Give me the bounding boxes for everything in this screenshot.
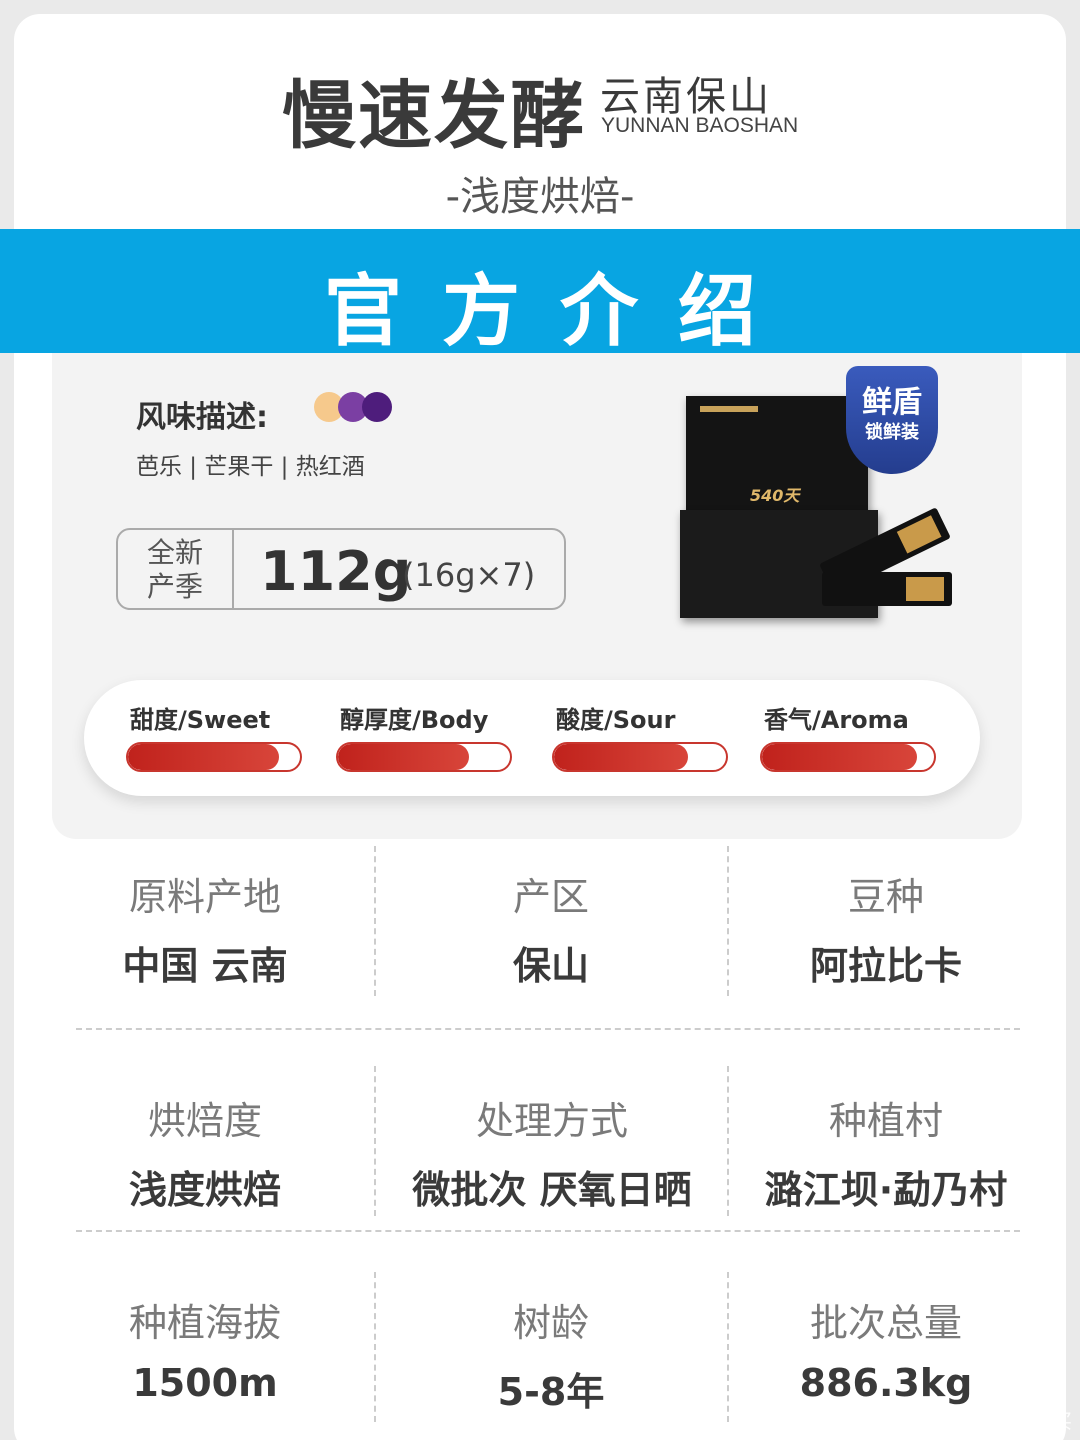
new-season-tag-line1: 全新 — [146, 536, 203, 569]
meter-label: 香气/Aroma — [764, 706, 909, 734]
taste-meter-panel: 甜度/Sweet 醇厚度/Body 酸度/Sour 香气/Aroma — [84, 680, 980, 796]
shield-badge-icon: 鲜盾 锁鲜装 — [846, 366, 938, 474]
spec-label: 种植村 — [828, 1099, 943, 1143]
spec-label: 处理方式 — [475, 1099, 628, 1143]
meter-fill — [128, 744, 280, 770]
new-season-tag-line2: 产季 — [146, 570, 203, 603]
spec-value: 微批次 厌氧日晒 — [412, 1168, 692, 1212]
divider — [727, 1272, 729, 1422]
divider — [76, 1230, 1020, 1232]
meter-bar — [126, 742, 302, 772]
net-weight: 112g — [260, 540, 412, 603]
meter-bar — [760, 742, 936, 772]
spec-origin: 原料产地 中国 云南 — [80, 866, 330, 990]
spec-label: 树龄 — [512, 1301, 589, 1345]
divider — [727, 846, 729, 996]
spec-value: 潞江坝·勐乃村 — [764, 1168, 1008, 1212]
spec-label: 原料产地 — [128, 875, 281, 919]
shield-main-text: 鲜盾 — [862, 385, 922, 420]
divider — [76, 1028, 1020, 1030]
roast-subtitle: -浅度烘焙- — [445, 174, 635, 220]
brand-logo-icon — [700, 406, 758, 412]
spec-label: 产区 — [512, 875, 589, 919]
spec-label: 种植海拔 — [128, 1301, 281, 1345]
intro-banner: 官方介绍 — [0, 229, 1080, 357]
meter-fill — [338, 744, 469, 770]
spec-batch-total: 批次总量 886.3kg — [736, 1292, 1036, 1405]
spec-tree-age: 树龄 5-8年 — [426, 1292, 676, 1416]
spec-value: 1500m — [132, 1361, 278, 1405]
spec-village: 种植村 潞江坝·勐乃村 — [740, 1090, 1032, 1214]
flavor-label: 风味描述: — [136, 400, 268, 435]
spec-altitude: 种植海拔 1500m — [80, 1292, 330, 1405]
meter-fill — [762, 744, 917, 770]
meter-bar — [336, 742, 512, 772]
banner-text: 官方介绍 — [323, 267, 796, 357]
new-season-tag: 全新 产季 — [118, 530, 234, 608]
spec-value: 保山 — [512, 944, 589, 988]
site-watermark: 值 什么值得买 — [921, 1405, 1072, 1434]
spec-variety: 豆种 阿拉比卡 — [736, 866, 1036, 990]
flavor-dot — [362, 392, 392, 422]
spec-value: 886.3kg — [799, 1361, 973, 1405]
weight-detail: (16g×7) — [402, 556, 536, 594]
meter-label: 甜度/Sweet — [130, 706, 271, 734]
spec-process: 处理方式 微批次 厌氧日晒 — [396, 1090, 708, 1214]
watermark-text: 值 什么值得买 — [945, 1409, 1072, 1433]
divider — [727, 1066, 729, 1216]
meter-bar — [552, 742, 728, 772]
meter-label: 酸度/Sour — [556, 706, 676, 734]
header: 慢速发酵 云南保山 YUNNAN BAOSHAN -浅度烘焙- — [0, 0, 1080, 230]
spec-region: 产区 保山 — [426, 866, 676, 990]
page-title: 慢速发酵 — [282, 73, 586, 159]
shield-sub-text: 锁鲜装 — [865, 422, 919, 443]
region-name-en: YUNNAN BAOSHAN — [601, 114, 799, 137]
spec-value: 阿拉比卡 — [809, 944, 962, 988]
spec-label: 豆种 — [847, 875, 924, 919]
freshness-label: 540天 — [750, 486, 800, 505]
meter-label: 醇厚度/Body — [340, 706, 489, 734]
watermark-logo-icon — [921, 1411, 942, 1431]
spec-label: 批次总量 — [809, 1301, 962, 1345]
divider — [374, 1272, 376, 1422]
coffee-stick — [822, 572, 952, 606]
spec-value: 浅度烘焙 — [128, 1168, 281, 1212]
spec-roast: 烘焙度 浅度烘焙 — [80, 1090, 330, 1214]
weight-box: 全新 产季 112g (16g×7) — [116, 528, 566, 610]
divider — [374, 1066, 376, 1216]
flavor-notes: 芭乐 | 芒果干 | 热红酒 — [136, 454, 365, 480]
meter-fill — [554, 744, 689, 770]
product-image: 540天 鲜盾 锁鲜装 — [680, 366, 955, 626]
spec-value: 中国 云南 — [122, 944, 288, 988]
spec-label: 烘焙度 — [147, 1099, 262, 1143]
spec-value: 5-8年 — [497, 1370, 605, 1414]
divider — [374, 846, 376, 996]
